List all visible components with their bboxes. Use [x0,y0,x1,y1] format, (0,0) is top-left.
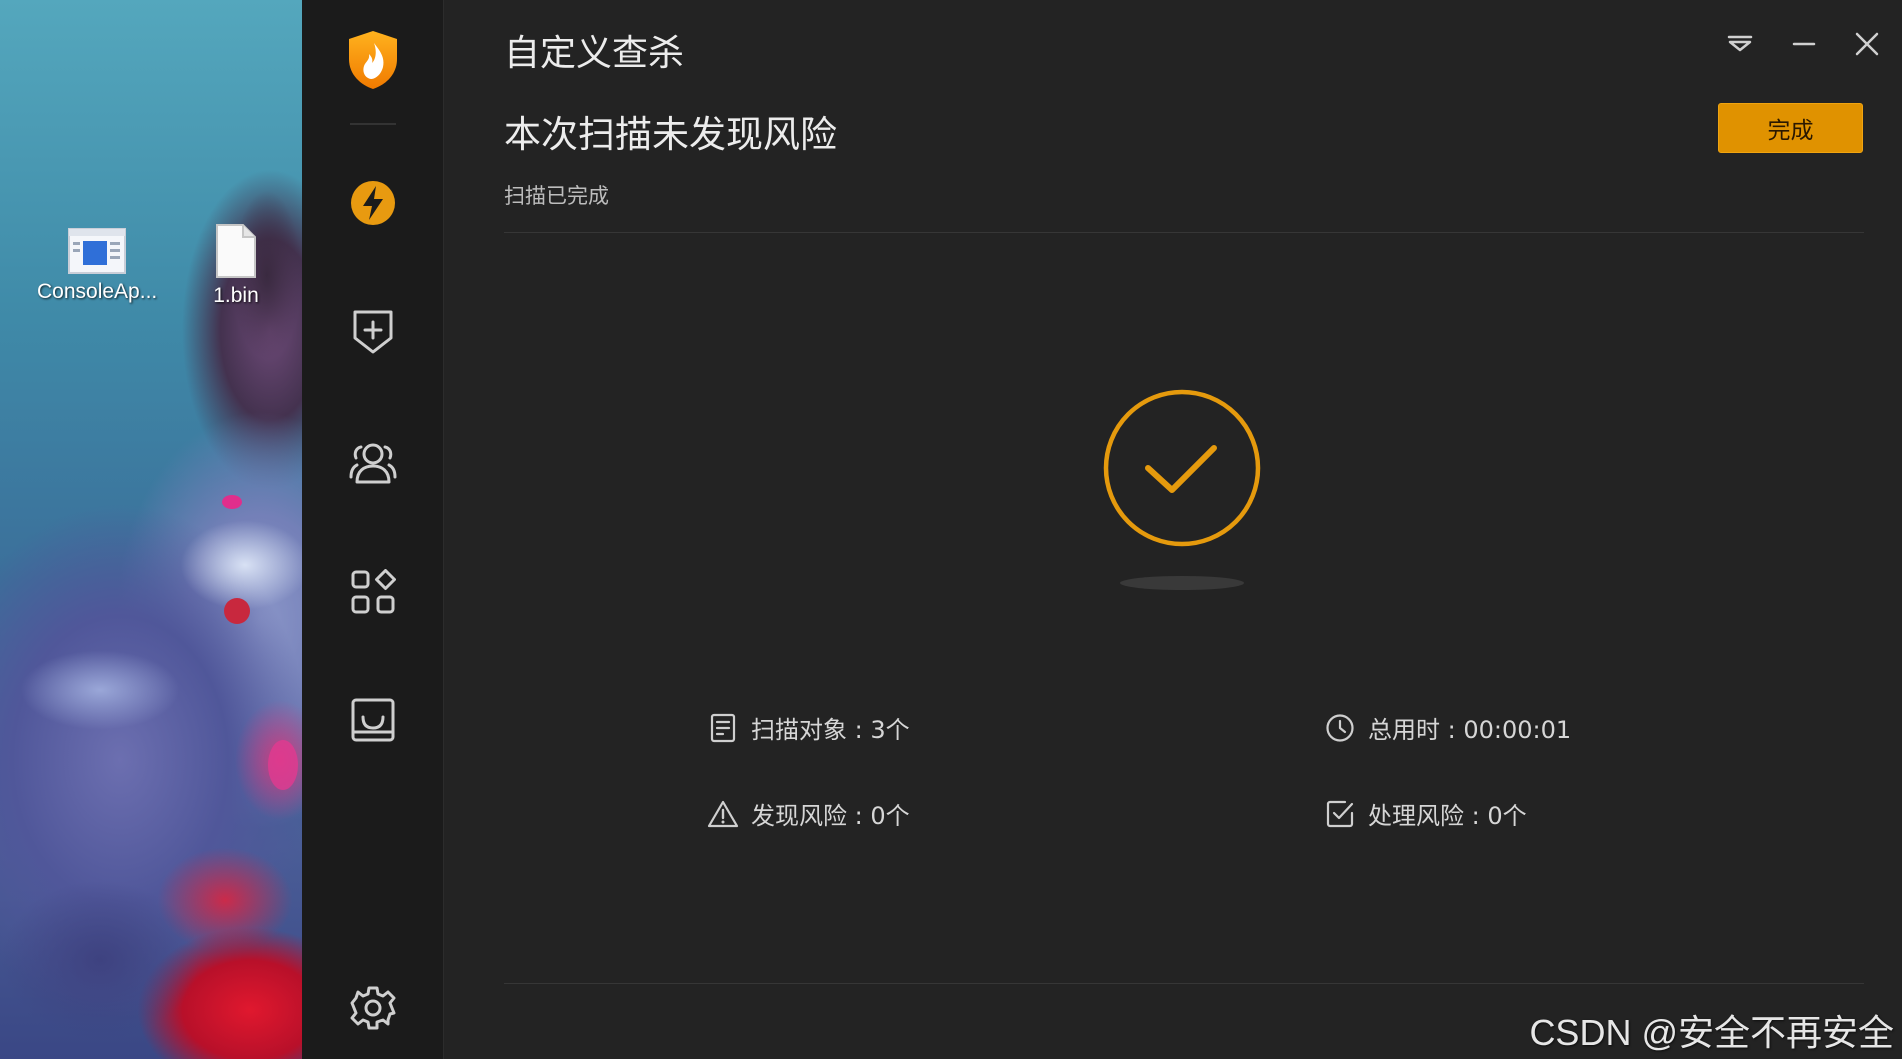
menu-button[interactable] [1720,24,1760,64]
stat-scan-objects: 扫描对象 : 3个 [707,710,910,745]
close-button[interactable] [1847,24,1887,64]
gear-icon [350,986,396,1030]
stat-risks-handled-text: 处理风险 : 0个 [1368,802,1527,830]
indicator-shadow [1120,576,1244,590]
antivirus-window: 自定义查杀 本次扫描未发现风险 完成 扫描已完成 扫描对象: 3个 总用时:… [302,0,1902,1059]
desktop-wallpaper: ConsoleAp... 1.bin [0,0,302,1059]
shield-plus-icon [353,310,393,354]
close-icon [1855,32,1879,56]
app-logo [333,20,413,100]
minimize-icon [1792,42,1816,46]
warning-icon [707,800,739,827]
top-divider [504,232,1864,233]
desktop-icon-label: ConsoleAp... [37,280,158,303]
minimize-button[interactable] [1784,24,1824,64]
sidebar [302,0,444,1059]
clock-icon [1326,713,1354,742]
sidebar-item-speed-scan[interactable] [333,163,413,243]
stat-risks-found-text: 发现风险 : 0个 [751,802,910,830]
bottom-divider [504,983,1864,984]
users-icon [349,443,397,484]
lightning-icon [351,181,395,225]
exe-window-icon [68,228,126,274]
sidebar-item-protection[interactable] [333,292,413,372]
done-button[interactable]: 完成 [1718,103,1863,153]
check-circle-icon [1103,389,1261,547]
scan-success-indicator [1102,388,1262,552]
sidebar-separator [350,123,396,125]
document-icon [710,713,736,742]
watermark: CSDN @安全不再安全 [1529,1012,1894,1053]
sidebar-item-settings[interactable] [333,968,413,1048]
stat-risks-handled: 处理风险 : 0个 [1324,796,1527,831]
main-panel: 自定义查杀 本次扫描未发现风险 完成 扫描已完成 扫描对象: 3个 总用时:… [444,0,1902,1059]
tray-icon [351,698,395,742]
blank-file-icon [216,224,256,278]
apps-grid-icon [351,569,396,614]
window-title: 自定义查杀 [504,33,685,74]
checkbox-icon [1326,800,1354,827]
desktop-icon-label: 1.bin [213,284,259,307]
sidebar-item-toolbox[interactable] [333,552,413,632]
sidebar-item-quarantine[interactable] [333,680,413,760]
stat-scan-objects-text: 扫描对象 : 3个 [751,716,910,744]
desktop-icon-1bin[interactable]: 1.bin [176,224,296,308]
scan-status-text: 扫描已完成 [504,184,609,208]
stat-risks-found: 发现风险 : 0个 [707,796,910,831]
sidebar-item-account[interactable] [333,422,413,502]
desktop-icon-consoleapp[interactable]: ConsoleAp... [37,228,157,304]
scan-result-headline: 本次扫描未发现风险 [504,113,837,156]
stat-total-time-text: 总用时 : 00:00:01 [1368,716,1572,744]
dropdown-menu-icon [1727,35,1753,52]
fire-shield-logo-icon [349,31,397,89]
stat-total-time: 总用时 : 00:00:01 [1324,710,1571,745]
